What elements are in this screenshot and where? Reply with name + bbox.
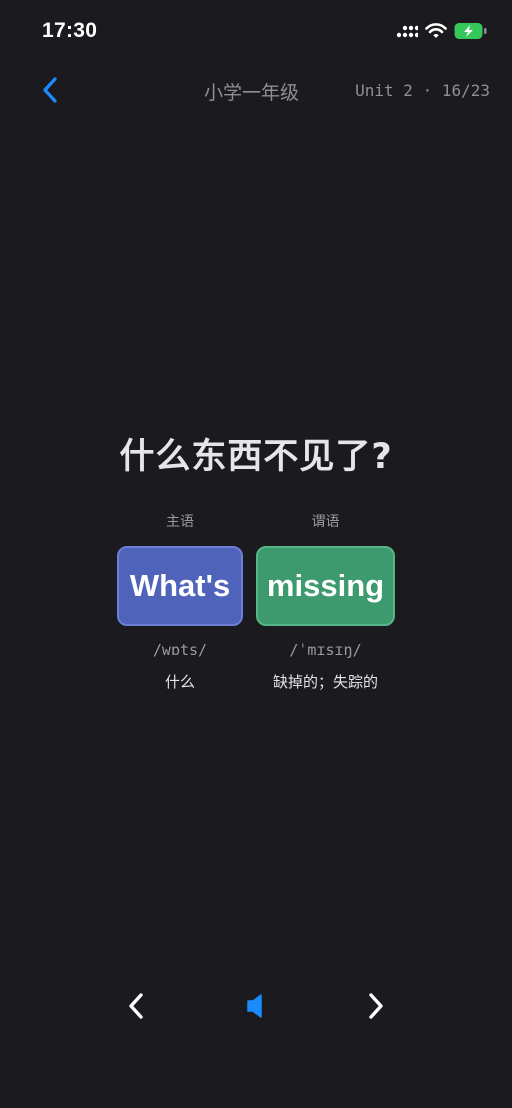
word-card-predicate[interactable]: missing xyxy=(256,546,395,626)
word-column-subject: 主语 What's /wɒts/ 什么 xyxy=(117,512,243,692)
word-card-subject[interactable]: What's xyxy=(117,546,243,626)
meaning-predicate: 缺掉的；失踪的 xyxy=(272,673,378,691)
status-bar: 17:30 xyxy=(0,0,512,64)
chevron-left-icon xyxy=(126,991,146,1025)
status-time: 17:30 xyxy=(42,19,98,42)
play-audio-button[interactable] xyxy=(232,982,280,1034)
unit-progress: Unit 2 · 16/23 xyxy=(355,81,490,100)
battery-charging-icon xyxy=(454,22,488,44)
meaning-subject: 什么 xyxy=(164,673,195,691)
course-title: 小学一年级 xyxy=(204,82,300,104)
word-column-predicate: 谓语 missing /ˈmɪsɪŋ/ 缺掉的；失踪的 xyxy=(256,512,395,692)
role-label-subject: 主语 xyxy=(166,514,194,530)
phonetic-predicate: /ˈmɪsɪŋ/ xyxy=(289,641,362,659)
next-button[interactable] xyxy=(352,982,400,1034)
bottom-controls xyxy=(0,982,512,1034)
previous-button[interactable] xyxy=(112,982,160,1034)
chevron-right-icon xyxy=(366,991,386,1025)
role-label-predicate: 谓语 xyxy=(311,514,340,530)
signal-icon xyxy=(396,23,420,43)
status-icons xyxy=(396,22,488,44)
phonetic-subject: /wɒts/ xyxy=(152,641,208,659)
wifi-icon xyxy=(425,23,447,43)
nav-bar: 小学一年级 Unit 2 · 16/23 xyxy=(0,64,512,120)
speaker-icon xyxy=(245,992,267,1024)
sentence-prompt: 什么东西不见了? xyxy=(119,437,393,477)
back-button[interactable] xyxy=(30,74,70,110)
chevron-left-icon xyxy=(41,76,59,108)
